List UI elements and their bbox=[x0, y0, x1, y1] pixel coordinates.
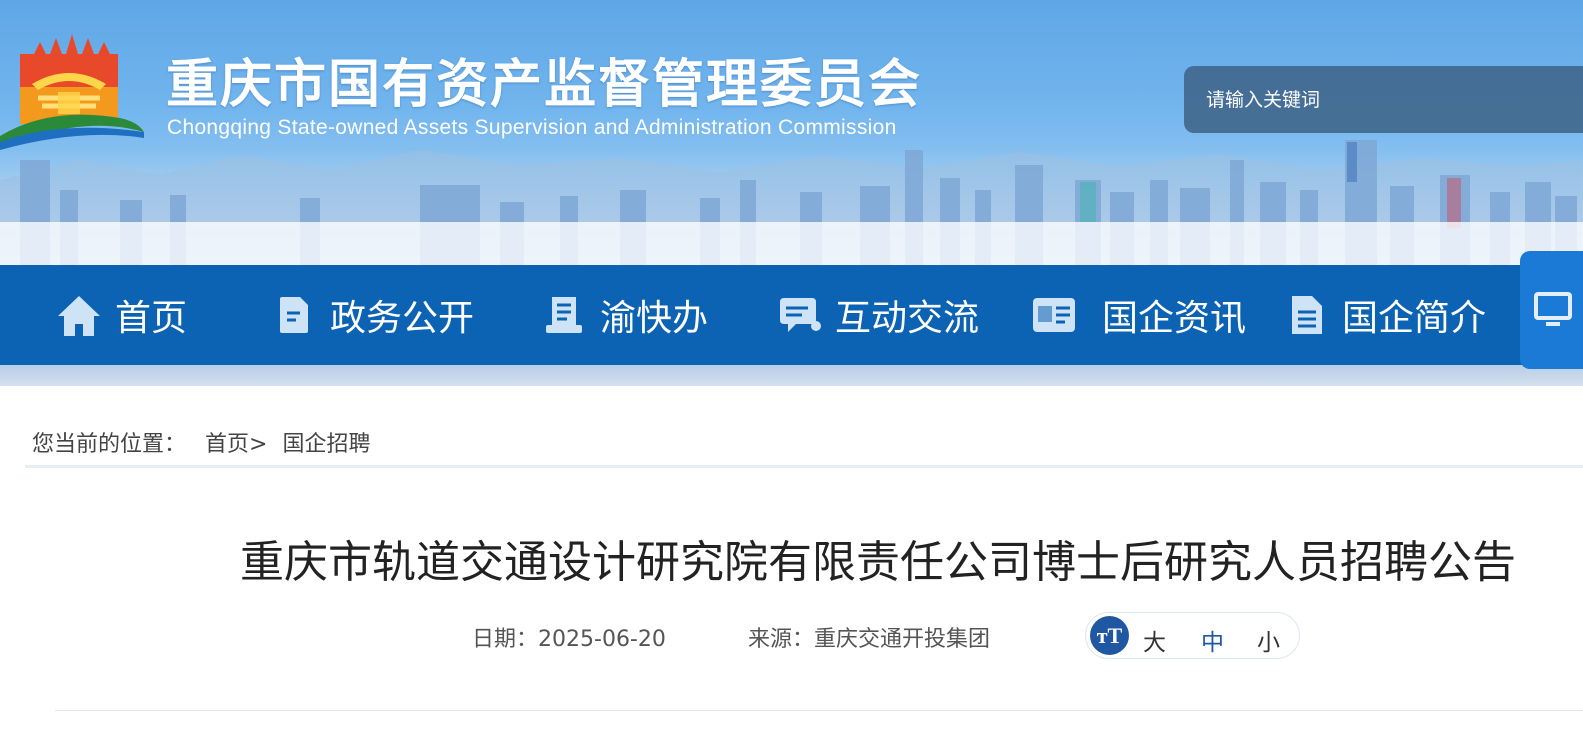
search-box[interactable] bbox=[1184, 66, 1583, 133]
font-size-large-button[interactable]: 大 bbox=[1143, 623, 1166, 657]
breadcrumb-current[interactable]: 国企招聘 bbox=[282, 432, 370, 457]
date-value: 2025-06-20 bbox=[538, 627, 666, 652]
font-size-small-button[interactable]: 小 bbox=[1257, 623, 1280, 657]
commission-logo bbox=[0, 34, 144, 150]
id-card-icon bbox=[1030, 291, 1078, 339]
article-date: 日期：2025-06-20 bbox=[472, 621, 666, 653]
reader-icon bbox=[540, 291, 588, 339]
article-title: 重庆市轨道交通设计研究院有限责任公司博士后研究人员招聘公告 bbox=[240, 537, 1516, 588]
nav-item-interaction[interactable]: 互动交流 bbox=[775, 265, 979, 365]
date-label: 日期： bbox=[472, 627, 539, 652]
article-source: 来源：重庆交通开投集团 bbox=[748, 621, 990, 653]
font-size-control: тT 大 中 小 bbox=[1085, 612, 1300, 659]
nav-item-enterprise-intro[interactable]: 国企简介 bbox=[1282, 265, 1486, 365]
nav-label: 国企资讯 bbox=[1102, 298, 1247, 339]
font-size-medium-button[interactable]: 中 bbox=[1201, 623, 1224, 657]
breadcrumb: 您当前的位置： 首页> 国企招聘 bbox=[32, 426, 370, 458]
nav-label: 首页 bbox=[115, 298, 188, 339]
search-input[interactable] bbox=[1206, 84, 1566, 116]
main-nav: 首页 政务公开 渝快办 互动交流 国企资讯 国企简介 bbox=[0, 265, 1583, 365]
nav-item-yukuaiban[interactable]: 渝快办 bbox=[540, 265, 708, 365]
banner-lower-band bbox=[0, 365, 1583, 386]
breadcrumb-home-link[interactable]: 首页 bbox=[205, 432, 249, 457]
nav-label: 政务公开 bbox=[330, 298, 475, 339]
nav-label: 渝快办 bbox=[600, 298, 709, 339]
site-title: 重庆市国有资产监督管理委员会 bbox=[166, 55, 923, 115]
source-label: 来源： bbox=[748, 627, 815, 652]
site-subtitle: Chongqing State-owned Assets Supervision… bbox=[167, 116, 897, 139]
font-size-icon: тT bbox=[1090, 616, 1129, 655]
chat-icon bbox=[775, 291, 823, 339]
nav-item-more[interactable] bbox=[1520, 251, 1583, 369]
breadcrumb-prefix: 您当前的位置： bbox=[32, 432, 187, 457]
nav-label: 国企简介 bbox=[1342, 298, 1487, 339]
breadcrumb-divider bbox=[25, 465, 1583, 468]
nav-label: 互动交流 bbox=[835, 298, 980, 339]
document-icon bbox=[270, 291, 318, 339]
home-icon bbox=[55, 291, 103, 339]
nav-item-government-affairs[interactable]: 政务公开 bbox=[270, 265, 474, 365]
nav-item-enterprise-news[interactable]: 国企资讯 bbox=[1030, 265, 1246, 365]
nav-item-home[interactable]: 首页 bbox=[55, 265, 187, 365]
file-text-icon bbox=[1282, 291, 1330, 339]
article-divider bbox=[55, 710, 1583, 711]
banner-white-band bbox=[0, 222, 1583, 266]
monitor-icon bbox=[1532, 288, 1572, 332]
source-value: 重庆交通开投集团 bbox=[814, 627, 991, 652]
breadcrumb-separator: > bbox=[249, 432, 268, 457]
